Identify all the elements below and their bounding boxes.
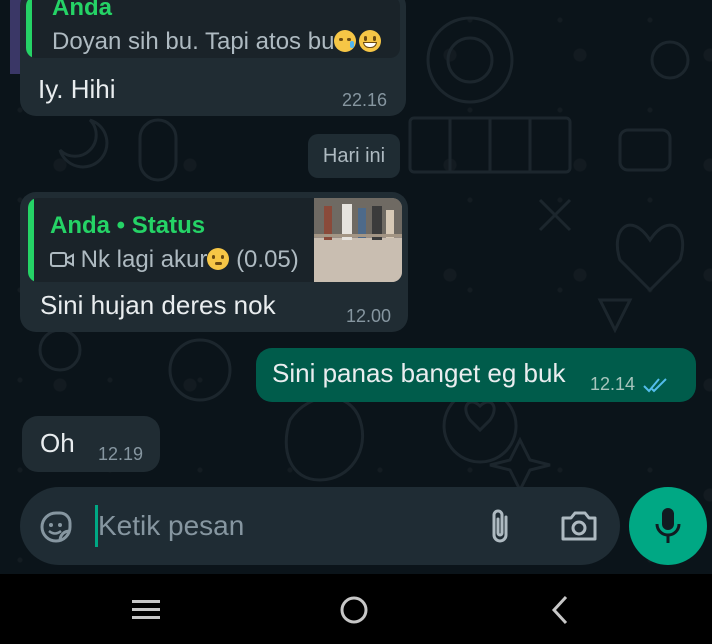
system-navigation-bar xyxy=(0,574,712,644)
message-bubble-incoming[interactable]: Anda • Status Nk lagi akur (0.05) Sini h… xyxy=(20,192,408,332)
message-text: Oh xyxy=(40,428,75,458)
quote-accent-bar xyxy=(28,198,34,282)
quote-author: Anda • Status xyxy=(50,212,206,239)
recent-apps-icon[interactable] xyxy=(130,596,162,624)
confused-face-emoji-icon xyxy=(207,248,230,270)
quote-accent-bar xyxy=(26,0,32,58)
message-text: Sini hujan deres nok xyxy=(40,290,276,320)
day-separator-label: Hari ini xyxy=(322,145,386,167)
home-icon[interactable] xyxy=(338,594,370,626)
message-text: Sini panas banget eg buk xyxy=(272,358,566,388)
voice-message-button[interactable] xyxy=(629,487,707,565)
sticker-icon[interactable] xyxy=(38,509,74,545)
quoted-message[interactable]: Anda Doyan sih bu. Tapi atos bu xyxy=(26,0,400,58)
message-text: Iy. Hihi xyxy=(38,74,116,104)
video-icon xyxy=(50,252,74,267)
message-composer xyxy=(20,487,620,565)
quote-text-content: Doyan sih bu. Tapi atos bu xyxy=(52,28,335,55)
quote-duration: (0.05) xyxy=(236,246,299,273)
crying-face-emoji-icon xyxy=(334,30,357,52)
mic-icon xyxy=(655,508,681,543)
quoted-status[interactable]: Anda • Status Nk lagi akur (0.05) xyxy=(28,198,402,282)
message-time: 12.14 xyxy=(590,374,636,394)
back-icon[interactable] xyxy=(548,594,572,626)
message-time: 12.19 xyxy=(98,444,144,464)
message-time: 12.00 xyxy=(346,306,392,326)
message-bubble-incoming[interactable]: Oh 12.19 xyxy=(22,416,160,472)
message-input[interactable] xyxy=(98,507,478,545)
quote-author: Anda xyxy=(52,0,112,21)
quote-text: Nk lagi akur (0.05) xyxy=(50,246,299,274)
status-thumbnail[interactable] xyxy=(314,198,402,282)
message-bubble-incoming[interactable]: Anda Doyan sih bu. Tapi atos bu Iy. Hihi… xyxy=(20,0,406,116)
paperclip-icon[interactable] xyxy=(486,507,516,547)
read-ticks-icon xyxy=(643,378,667,393)
day-separator: Hari ini xyxy=(308,134,400,178)
grinning-face-emoji-icon xyxy=(359,30,382,52)
message-bubble-outgoing[interactable]: Sini panas banget eg buk 12.14 xyxy=(256,348,696,402)
quote-text: Doyan sih bu. Tapi atos bu xyxy=(52,28,382,56)
camera-icon[interactable] xyxy=(560,509,598,543)
quote-text-content: Nk lagi akur xyxy=(80,246,208,273)
message-time: 22.16 xyxy=(342,90,388,110)
